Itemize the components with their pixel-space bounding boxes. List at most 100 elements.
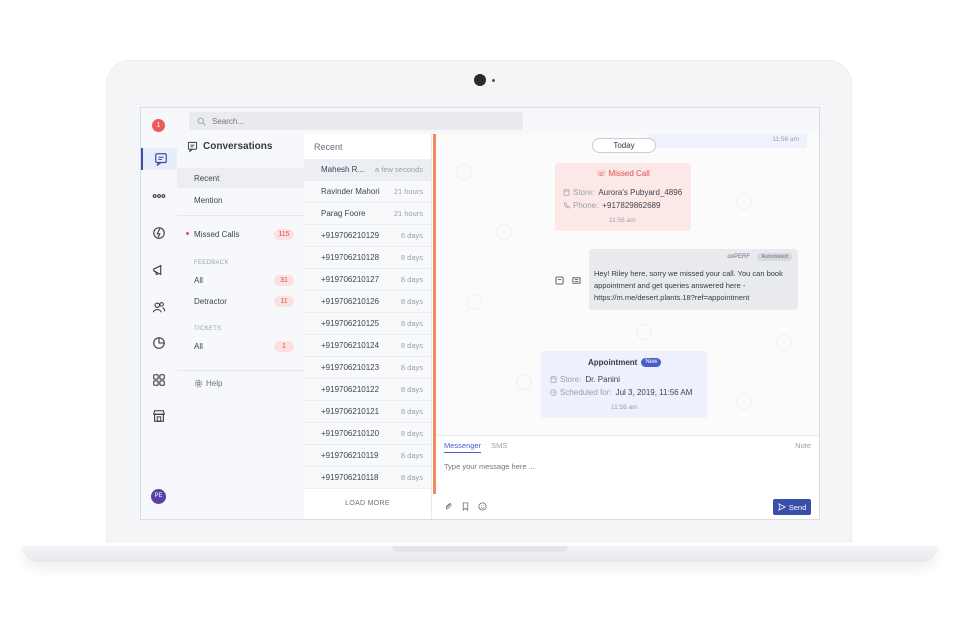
appointment-card: Appointment New Store: Dr. Panini Schedu… [541, 351, 707, 418]
store-icon[interactable] [141, 405, 177, 427]
message-input[interactable] [444, 462, 804, 486]
nav-tickets-all[interactable]: All 1 [177, 336, 304, 356]
conversation-row[interactable]: +919706210123 8 days [304, 357, 431, 379]
nav-recent[interactable]: Recent [177, 168, 304, 188]
conversations-panel: Conversations Recent Mention Missed Call… [177, 134, 305, 519]
user-avatar[interactable]: PE [151, 489, 166, 504]
app-screen: 1 PE Search... Conversations Recent Ment… [140, 107, 820, 520]
nav-feedback-all-label: All [194, 275, 203, 285]
conversation-row[interactable]: +919706210119 8 days [304, 445, 431, 467]
background-pattern [516, 374, 532, 390]
conversation-row[interactable]: +919706210127 8 days [304, 269, 431, 291]
conversation-time: 8 days [400, 363, 423, 372]
nav-detractor[interactable]: Detractor 11 [177, 291, 304, 311]
bookmark-icon[interactable] [461, 502, 470, 511]
background-pattern [466, 294, 482, 310]
conversation-name: +919706210123 [321, 363, 380, 372]
conversation-time: a few seconds [375, 165, 423, 174]
conversation-row[interactable]: +919706210129 6 days [304, 225, 431, 247]
background-pattern [736, 194, 752, 210]
recent-rows: Mahesh R... a few seconds Ravinder Mahori 2… [304, 159, 431, 489]
conversation-row[interactable]: Parag Foore 21 hours [304, 203, 431, 225]
composer-tools [444, 502, 487, 511]
megaphone-icon[interactable] [141, 259, 177, 281]
missed-store-key: Store: [573, 188, 595, 197]
load-more-button[interactable]: LOAD MORE [304, 500, 431, 507]
phone-icon [563, 202, 570, 209]
search-input[interactable] [212, 116, 502, 126]
automated-message: ooPERF Automated Hey! Riley here, sorry … [589, 249, 798, 310]
conversation-name: +919706210121 [321, 407, 380, 416]
missed-phone-value: +917829862689 [602, 201, 661, 210]
automated-badge: Automated [757, 253, 792, 261]
conversation-name: +919706210124 [321, 341, 380, 350]
help-label: Help [206, 379, 223, 388]
conversation-name: +919706210129 [321, 231, 380, 240]
conversation-row[interactable]: +919706210126 8 days [304, 291, 431, 313]
camera-icon [474, 74, 486, 86]
note-tab[interactable]: Note [795, 441, 811, 450]
nav-mention[interactable]: Mention [177, 190, 304, 210]
nav-missed-calls-label: Missed Calls [194, 229, 240, 239]
conversation-row[interactable]: +919706210118 8 days [304, 467, 431, 489]
appointment-time: 11:56 am [611, 404, 638, 411]
feedback-all-count: 31 [274, 274, 294, 286]
store-icon [550, 376, 557, 383]
tickets-section-label: TICKETS [194, 326, 222, 332]
tab-messenger[interactable]: Messenger [444, 441, 482, 453]
missed-store-value: Aurora's Pubyard_4896 [598, 188, 683, 197]
conversation-name: +919706210120 [321, 429, 380, 438]
top-bar [177, 108, 819, 135]
conversation-name: +919706210127 [321, 275, 380, 284]
detractor-count: 11 [274, 295, 294, 307]
appointment-store-row: Store: Dr. Panini [550, 375, 620, 384]
conversation-row[interactable]: +919706210122 8 days [304, 379, 431, 401]
gear-icon [194, 379, 203, 388]
background-pattern [636, 324, 652, 340]
attachment-icon[interactable] [444, 502, 453, 511]
bot-icon [555, 276, 564, 285]
message-sender: ooPERF [727, 254, 750, 260]
conversation-row[interactable]: +919706210124 8 days [304, 335, 431, 357]
missed-store-row: Store: Aurora's Pubyard_4896 [563, 188, 682, 197]
tab-sms[interactable]: SMS [491, 441, 507, 453]
conversation-row[interactable]: Mahesh R... a few seconds [304, 159, 431, 181]
search-box[interactable] [189, 112, 523, 130]
conversations-nav-icon[interactable] [141, 148, 179, 170]
appointment-scheduled-key: Scheduled for: [560, 388, 612, 397]
store-icon [563, 189, 570, 196]
nav-feedback-all[interactable]: All 31 [177, 270, 304, 290]
reports-pie-icon[interactable] [141, 332, 177, 354]
send-button[interactable]: Send [773, 499, 811, 515]
notification-badge[interactable]: 1 [152, 119, 165, 132]
nav-missed-calls[interactable]: Missed Calls 115 [177, 224, 304, 244]
conversation-name: Ravinder Mahori [321, 187, 380, 196]
conversation-row[interactable]: +919706210120 8 days [304, 423, 431, 445]
conversation-time: 21 hours [393, 187, 423, 196]
message-text: Hey! Riley here, sorry we missed your ca… [594, 269, 783, 302]
contacts-icon[interactable] [141, 296, 177, 318]
clock-icon [550, 389, 557, 396]
conversation-time: 8 days [400, 451, 423, 460]
more-dots-icon[interactable] [141, 185, 177, 207]
conversation-name: +919706210122 [321, 385, 380, 394]
background-pattern [456, 164, 472, 180]
day-separator: Today [592, 138, 656, 153]
conversation-row[interactable]: +919706210121 8 days [304, 401, 431, 423]
nav-recent-label: Recent [194, 173, 220, 183]
emoji-icon[interactable] [478, 502, 487, 511]
conversation-name: +919706210118 [321, 473, 379, 482]
conversation-name: +919706210126 [321, 297, 380, 306]
missed-call-title-text: Missed Call [608, 169, 650, 178]
apps-grid-icon[interactable] [141, 369, 177, 391]
conversation-name: Parag Foore [321, 209, 366, 218]
conversation-name: +919706210125 [321, 319, 380, 328]
conversation-row[interactable]: +919706210128 8 days [304, 247, 431, 269]
missed-call-card: ☏ Missed Call Store: Aurora's Pubyard_48… [555, 163, 691, 231]
conversation-row[interactable]: +919706210125 8 days [304, 313, 431, 335]
conversation-time: 8 days [400, 473, 423, 482]
conversation-row[interactable]: Ravinder Mahori 21 hours [304, 181, 431, 203]
automation-icon[interactable] [141, 222, 177, 244]
help-link[interactable]: Help [194, 379, 222, 388]
search-icon [197, 117, 206, 126]
